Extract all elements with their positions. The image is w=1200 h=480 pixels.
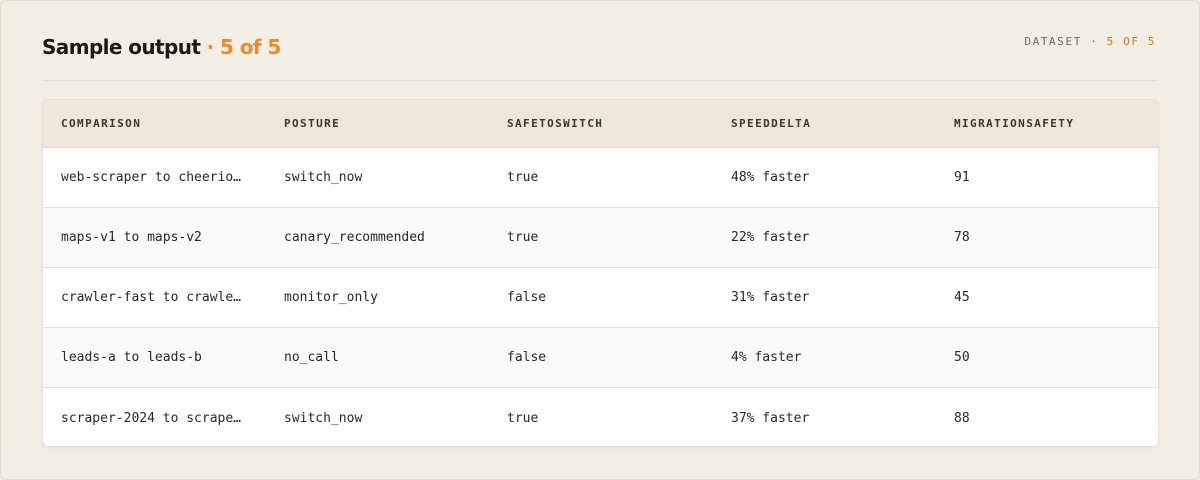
cell-migrationsafety: 88 bbox=[954, 410, 970, 426]
cell-safetoswitch: false bbox=[507, 290, 547, 305]
table-row[interactable]: web-scraper to cheerio… switch_now true … bbox=[43, 148, 1158, 208]
cell-speeddelta: 22% faster bbox=[731, 230, 810, 245]
dataset-count: 5 OF 5 bbox=[1106, 35, 1156, 48]
cell-comparison: crawler-fast to crawle… bbox=[61, 290, 242, 305]
cell-posture: switch_now bbox=[284, 410, 363, 426]
title-text: Sample output bbox=[42, 35, 201, 59]
table-row[interactable]: scraper-2024 to scrape… switch_now true … bbox=[43, 388, 1158, 446]
cell-comparison: web-scraper to cheerio… bbox=[61, 170, 242, 185]
cell-posture: monitor_only bbox=[284, 290, 378, 305]
cell-safetoswitch: true bbox=[507, 410, 539, 426]
table-body: web-scraper to cheerio… switch_now true … bbox=[43, 148, 1158, 446]
sample-count: 5 of 5 bbox=[220, 35, 281, 59]
table-row[interactable]: crawler-fast to crawle… monitor_only fal… bbox=[43, 268, 1158, 328]
results-table: COMPARISON POSTURE SAFETOSWITCH SPEEDDEL… bbox=[42, 99, 1159, 447]
cell-safetoswitch: false bbox=[507, 350, 547, 365]
dataset-separator: · bbox=[1090, 35, 1099, 48]
cell-safetoswitch: true bbox=[507, 230, 539, 245]
dataset-label: DATASET bbox=[1024, 35, 1082, 48]
sample-output-panel: Sample output · 5 of 5 DATASET · 5 OF 5 … bbox=[0, 0, 1200, 480]
cell-comparison: scraper-2024 to scrape… bbox=[61, 410, 242, 426]
table-row[interactable]: maps-v1 to maps-v2 canary_recommended tr… bbox=[43, 208, 1158, 268]
cell-comparison: leads-a to leads-b bbox=[61, 350, 202, 365]
cell-migrationsafety: 78 bbox=[954, 230, 970, 245]
table-row[interactable]: leads-a to leads-b no_call false 4% fast… bbox=[43, 328, 1158, 388]
cell-speeddelta: 4% faster bbox=[731, 350, 802, 365]
cell-migrationsafety: 91 bbox=[954, 170, 970, 185]
cell-safetoswitch: true bbox=[507, 170, 539, 185]
cell-posture: switch_now bbox=[284, 170, 363, 185]
cell-comparison: maps-v1 to maps-v2 bbox=[61, 230, 202, 245]
dataset-indicator: DATASET · 5 OF 5 bbox=[1024, 35, 1156, 48]
cell-posture: canary_recommended bbox=[284, 230, 425, 245]
cell-migrationsafety: 45 bbox=[954, 290, 970, 305]
cell-migrationsafety: 50 bbox=[954, 350, 970, 365]
column-header-posture[interactable]: POSTURE bbox=[266, 117, 489, 130]
table-header: COMPARISON POSTURE SAFETOSWITCH SPEEDDEL… bbox=[43, 100, 1158, 148]
title-separator: · bbox=[206, 35, 215, 59]
cell-speeddelta: 31% faster bbox=[731, 290, 810, 305]
panel-header: Sample output · 5 of 5 DATASET · 5 OF 5 bbox=[42, 1, 1158, 81]
cell-speeddelta: 37% faster bbox=[731, 410, 810, 426]
cell-speeddelta: 48% faster bbox=[731, 170, 810, 185]
column-header-comparison[interactable]: COMPARISON bbox=[43, 117, 266, 130]
column-header-safetoswitch[interactable]: SAFETOSWITCH bbox=[489, 117, 713, 130]
cell-posture: no_call bbox=[284, 350, 339, 365]
column-header-speeddelta[interactable]: SPEEDDELTA bbox=[713, 117, 936, 130]
column-header-migrationsafety[interactable]: MIGRATIONSAFETY bbox=[936, 117, 1158, 130]
page-title: Sample output · 5 of 5 bbox=[42, 35, 281, 59]
